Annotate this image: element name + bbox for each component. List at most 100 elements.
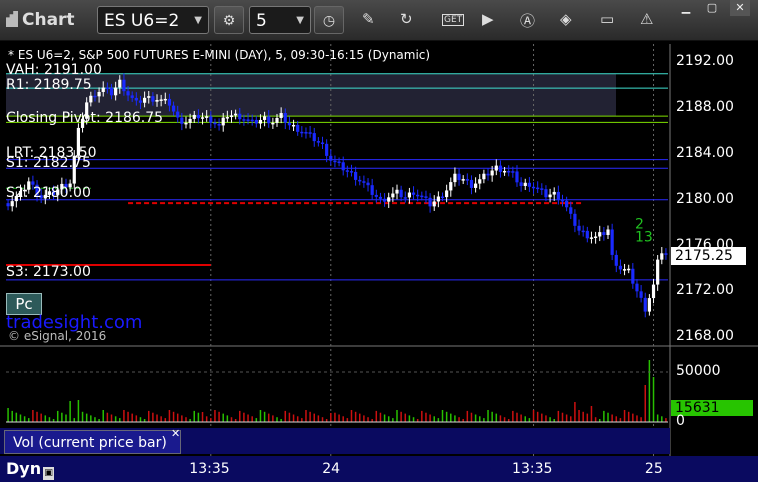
price-bar-body (507, 170, 511, 173)
price-bar-body (527, 182, 531, 187)
price-bar-body (556, 191, 560, 200)
price-bar-body (577, 225, 581, 231)
price-bar-body (424, 196, 428, 198)
dyn-text: Dyn (6, 459, 42, 478)
price-bar-body (643, 297, 647, 312)
price-bar-body (606, 229, 610, 235)
price-bar-body (238, 113, 242, 120)
price-bar-body (416, 194, 420, 197)
price-bar-body (449, 182, 453, 191)
price-bar-body (209, 116, 213, 123)
price-bar-body (143, 97, 147, 103)
price-bar-body (651, 284, 656, 299)
y-tick-label: 2184.00 (676, 144, 734, 161)
price-bar-body (511, 171, 515, 173)
price-bar-body (354, 171, 358, 180)
price-bar-body (664, 253, 668, 255)
price-bar-body (366, 182, 370, 186)
price-bar-body (627, 268, 631, 271)
price-bar-body (536, 187, 540, 190)
price-bar-body (523, 182, 527, 186)
price-bar-body (345, 170, 349, 172)
price-bar-body (436, 196, 440, 202)
price-bar-body (428, 197, 432, 207)
price-bar-body (474, 183, 478, 188)
close-icon[interactable]: ✕ (171, 427, 180, 440)
price-bar-body (171, 105, 176, 112)
price-bar-body (374, 194, 378, 197)
price-bar-body (465, 179, 469, 181)
price-bar-body (192, 114, 196, 119)
vah-label: VAH: 2191.00 (6, 62, 102, 78)
y-tick-label: 2188.00 (676, 99, 734, 116)
price-bar-body (151, 96, 155, 102)
volume-panel-label[interactable]: Vol (current price bar) (4, 430, 181, 454)
price-bar-body (176, 111, 180, 118)
price-bar-body (155, 99, 159, 102)
s1-label: S1: 2182.75 (6, 155, 91, 171)
price-bar-body (399, 189, 403, 198)
lock-icon[interactable]: ▣ (43, 467, 55, 480)
price-bar-body (370, 185, 374, 195)
dyn-label[interactable]: Dyn ▣ (6, 459, 55, 480)
price-bar-body (258, 119, 263, 124)
price-bar-body (581, 230, 585, 233)
price-bar-body (262, 116, 267, 120)
price-bar-body (304, 132, 308, 134)
price-bar-body (229, 115, 234, 118)
volume-tick-label: 50000 (676, 363, 721, 379)
price-bar-body (242, 119, 246, 121)
chart-canvas[interactable]: 213 (0, 0, 758, 482)
price-bar-body (205, 116, 209, 118)
price-bar-body (246, 119, 250, 121)
price-bar-body (320, 142, 325, 144)
closing-pivot-label: Closing Pivot: 2186.75 (6, 110, 164, 126)
volume-tick-label: 0 (676, 413, 685, 429)
x-tick-label: 25 (644, 461, 663, 477)
price-bar-body (602, 232, 606, 235)
price-bar-body (358, 179, 362, 182)
price-bar-body (515, 171, 519, 183)
price-bar-body (622, 269, 627, 271)
price-bar-body (341, 162, 345, 171)
price-bar-body (180, 117, 184, 124)
price-bar-body (660, 253, 664, 260)
price-bar-body (639, 291, 643, 298)
price-bar-body (126, 91, 130, 96)
x-tick-label: 13:35 (512, 461, 553, 477)
copyright-text: © eSignal, 2016 (8, 329, 107, 343)
y-tick-label: 2180.00 (676, 190, 734, 207)
price-bar-body (498, 165, 503, 172)
price-bar-body (101, 87, 105, 92)
y-tick-label: 2176.00 (676, 236, 734, 253)
price-bar-body (407, 192, 412, 198)
price-bar-body (391, 193, 395, 198)
price-bar-body (275, 117, 279, 123)
price-bar-body (167, 98, 172, 106)
price-bar-body (114, 87, 118, 96)
price-bar-body (250, 119, 254, 122)
price-bar-body (163, 98, 167, 101)
price-bar-body (234, 113, 238, 116)
price-bar-body (490, 170, 494, 176)
chart-header: * ES U6=2, S&P 500 FUTURES E-MINI (DAY),… (8, 48, 431, 62)
price-bar-body (531, 186, 536, 189)
price-bar-body (469, 179, 474, 188)
price-bar-body (647, 298, 651, 312)
price-bar-body (614, 254, 618, 266)
price-bar-body (93, 95, 97, 98)
y-tick-label: 2172.00 (676, 282, 734, 299)
price-bar-body (287, 122, 292, 126)
price-bar-body (196, 114, 200, 119)
price-bar-body (188, 118, 192, 123)
x-tick-label: 24 (322, 461, 341, 477)
price-bar-body (134, 97, 138, 101)
price-bar-body (109, 87, 114, 96)
price-bar-body (598, 232, 602, 237)
price-bar-body (432, 201, 436, 207)
price-bar-body (618, 265, 623, 270)
price-bar-body (631, 268, 635, 284)
price-bar-body (217, 124, 221, 126)
price-bar-body (585, 230, 589, 239)
price-bar-body (89, 95, 93, 103)
